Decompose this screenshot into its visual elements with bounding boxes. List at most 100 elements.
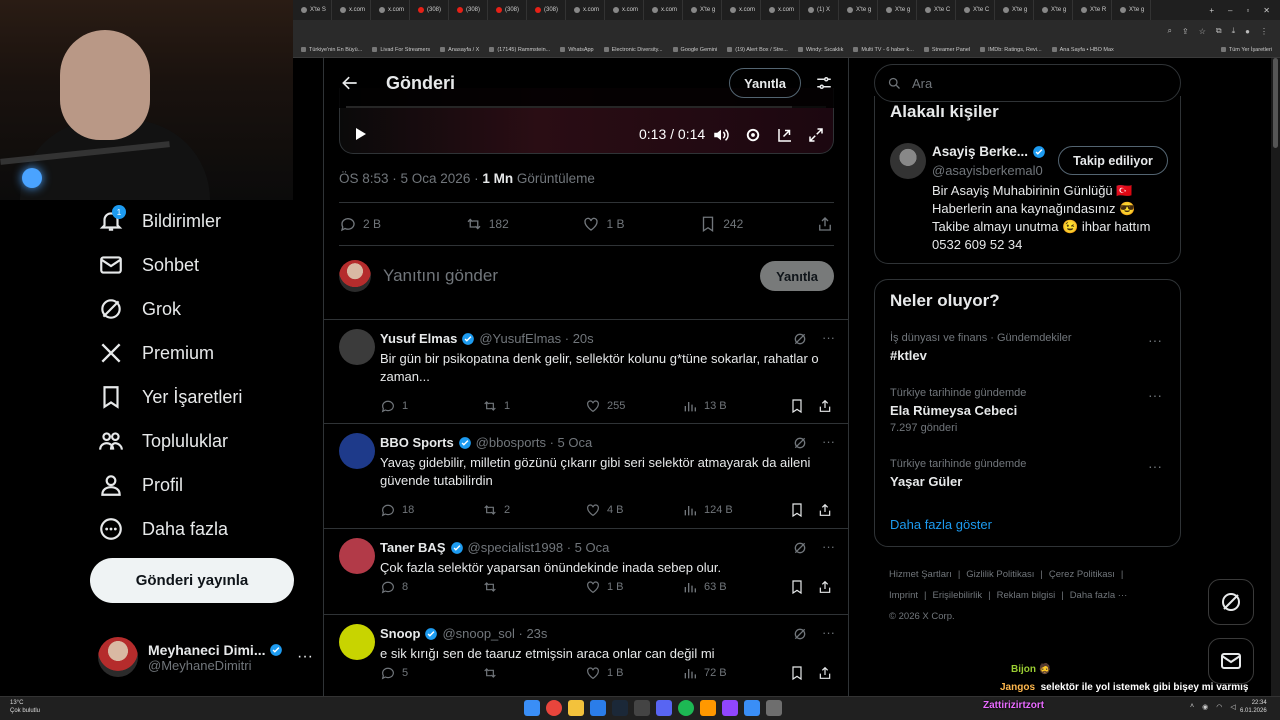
grok-icon[interactable] <box>792 435 808 451</box>
share-action[interactable] <box>816 215 834 233</box>
more-dots-icon[interactable]: ··· <box>822 540 835 556</box>
post-button[interactable]: Gönderi yayınla <box>90 558 294 603</box>
search-input[interactable]: Ara <box>874 64 1181 102</box>
app-icon[interactable] <box>744 700 760 716</box>
nav-item-grok[interactable]: Grok <box>98 287 181 331</box>
like-action[interactable]: 1 B <box>585 665 682 681</box>
browser-tab[interactable]: x.com <box>605 0 644 20</box>
browser-tab[interactable]: X'te C <box>917 0 956 20</box>
reply-action[interactable]: 2 B <box>339 215 465 233</box>
footer-link[interactable]: Hizmet Şartları <box>889 569 952 580</box>
mic-icon[interactable]: ◉ <box>1202 703 1208 711</box>
browser-tab[interactable]: X'te R <box>1073 0 1112 20</box>
volume-icon[interactable] <box>712 126 730 144</box>
nav-item-person[interactable]: Profil <box>98 463 183 507</box>
share-action[interactable] <box>817 579 833 595</box>
bookmark-action[interactable] <box>789 398 817 414</box>
trend-item[interactable]: Türkiye tarihinde gündemde Yaşar Güler ··· <box>890 458 1170 489</box>
more-dots-icon[interactable]: ··· <box>1148 332 1162 348</box>
reply-pill-button[interactable]: Yanıtla <box>729 68 801 98</box>
reply-action[interactable]: 1 <box>380 398 482 414</box>
views-action[interactable]: 72 B <box>682 665 789 681</box>
volume-icon[interactable]: ◁ <box>1230 703 1235 711</box>
browser-tab[interactable]: x.com <box>761 0 800 20</box>
reply-post[interactable]: BBO Sports @bbosports · 5 Oca ··· Yavaş gid… <box>324 423 848 528</box>
grok-icon[interactable] <box>792 331 808 347</box>
browser-tab[interactable]: x.com <box>566 0 605 20</box>
repost-action[interactable] <box>482 665 585 681</box>
app-icon[interactable] <box>634 700 650 716</box>
footer-link[interactable]: Çerez Politikası <box>1049 569 1115 580</box>
more-dots-icon[interactable]: ··· <box>822 435 835 451</box>
reply-post[interactable]: Yusuf Elmas @YusufElmas · 20s ··· Bir gün b… <box>324 319 848 423</box>
related-name-row[interactable]: Asayiş Berke... <box>932 144 1046 159</box>
nav-item-mail[interactable]: Sohbet <box>98 243 199 287</box>
footer-link[interactable]: Daha fazla ··· <box>1070 590 1128 601</box>
sliders-icon[interactable] <box>815 74 833 92</box>
avatar[interactable] <box>339 433 375 469</box>
scrollbar-thumb[interactable] <box>1273 58 1278 148</box>
messages-fab[interactable] <box>1208 638 1254 684</box>
browser-tab[interactable]: (308) <box>449 0 488 20</box>
reply-handle-time[interactable]: @specialist1998 · 5 Oca <box>468 540 610 555</box>
repost-action[interactable]: 1 <box>482 398 585 414</box>
like-action[interactable]: 255 <box>585 398 682 414</box>
bookmark-item[interactable]: Windy: Sıcaklık <box>797 47 843 53</box>
more-dots-icon[interactable]: ··· <box>1148 387 1162 403</box>
browser-tab[interactable]: X'te g <box>683 0 722 20</box>
discord-icon[interactable] <box>656 700 672 716</box>
browser-tab[interactable]: X'te g <box>839 0 878 20</box>
reply-action[interactable]: 8 <box>380 579 482 595</box>
show-more-link[interactable]: Daha fazla göster <box>890 517 992 532</box>
reply-handle-time[interactable]: @YusufElmas · 20s <box>479 331 593 346</box>
browser-tab[interactable]: X'te S <box>293 0 332 20</box>
app-icon[interactable] <box>700 700 716 716</box>
profile-icon[interactable]: ● <box>1245 27 1250 36</box>
avatar[interactable] <box>339 538 375 574</box>
browser-tab[interactable]: X'te g <box>995 0 1034 20</box>
more-dots-icon[interactable]: ··· <box>297 648 313 666</box>
reply-post[interactable]: Snoop @snoop_sol · 23s ··· e sik kırığı sen… <box>324 614 848 696</box>
bookmark-item[interactable]: (17145) Rammstein... <box>489 47 550 53</box>
more-dots-icon[interactable]: ··· <box>822 626 835 642</box>
grok-fab[interactable] <box>1208 579 1254 625</box>
reply-handle-time[interactable]: @bbosports · 5 Oca <box>476 435 593 450</box>
browser-tab[interactable]: x.com <box>332 0 371 20</box>
reply-author-name[interactable]: Taner BAŞ <box>380 540 446 555</box>
reply-action[interactable]: 5 <box>380 665 482 681</box>
app-icon[interactable] <box>766 700 782 716</box>
play-icon[interactable] <box>352 126 368 142</box>
reply-author-name[interactable]: Yusuf Elmas <box>380 331 457 346</box>
bookmark-item[interactable]: Electronic Diversity... <box>603 47 663 53</box>
scrollbar[interactable] <box>1271 58 1280 696</box>
bookmark-item[interactable]: Anasayfa / X <box>440 47 479 53</box>
share-action[interactable] <box>817 665 833 681</box>
bookmark-item[interactable]: Ana Sayfa • HBO Max <box>1051 47 1114 53</box>
start-icon[interactable] <box>524 700 540 716</box>
bookmark-item[interactable]: Multi TV - 6 haber k... <box>853 47 914 53</box>
avatar[interactable] <box>890 143 926 179</box>
browser-tab[interactable]: x.com <box>722 0 761 20</box>
reply-submit-button[interactable]: Yanıtla <box>760 261 834 291</box>
footer-link[interactable]: Imprint <box>889 590 918 601</box>
bookmark-item[interactable]: Google Gemini <box>672 47 717 53</box>
star-icon[interactable]: ☆ <box>1199 27 1206 36</box>
bookmark-action[interactable] <box>789 579 817 595</box>
wifi-icon[interactable]: ◠ <box>1216 703 1222 711</box>
share-icon[interactable]: ⇪ <box>1182 27 1189 36</box>
steam-icon[interactable] <box>612 700 628 716</box>
like-action[interactable]: 1 B <box>585 579 682 595</box>
views-action[interactable]: 63 B <box>682 579 789 595</box>
views-action[interactable]: 124 B <box>682 502 789 518</box>
spotify-icon[interactable] <box>678 700 694 716</box>
back-arrow-icon[interactable] <box>340 73 360 93</box>
clock[interactable]: 22:34 6.01.2026 <box>1240 699 1267 715</box>
browser-tab[interactable]: X'te C <box>956 0 995 20</box>
browser-tab[interactable]: X'te g <box>1112 0 1151 20</box>
fullscreen-icon[interactable] <box>807 126 825 144</box>
tray-arrow-icon[interactable]: ˄ <box>1190 703 1194 711</box>
browser-menu-icon[interactable]: ⋮ <box>1260 27 1268 36</box>
browser-tab[interactable]: x.com <box>371 0 410 20</box>
avatar[interactable] <box>339 329 375 365</box>
zoom-icon[interactable]: ⌕ <box>1168 26 1172 36</box>
